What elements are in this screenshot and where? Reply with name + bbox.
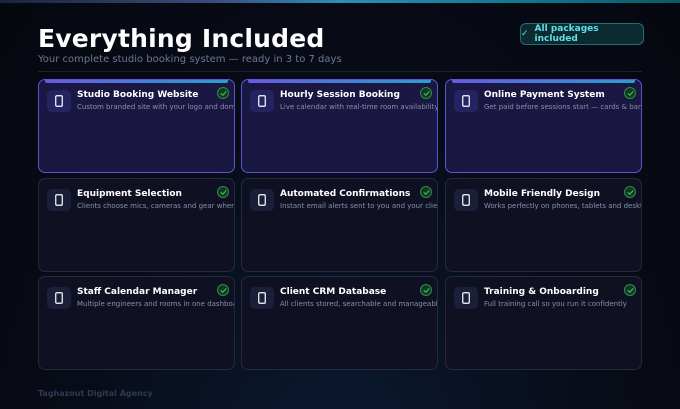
feature-card: Staff Calendar Manager Multiple engineers… [38,276,235,370]
phone-icon [258,289,266,308]
feature-icon-box [47,189,71,211]
feature-name: Staff Calendar Manager [77,287,198,297]
check-circle-icon [217,87,229,99]
check-circle-icon [624,186,636,198]
feature-card: Training & Onboarding Full training call … [445,276,642,370]
feature-icon-box [47,90,71,112]
feature-description: Multiple engineers and rooms in one dash… [77,300,235,308]
page-header: Everything Included Your complete studio… [38,24,342,65]
check-circle-icon [420,284,432,296]
phone-icon [55,289,63,308]
feature-name: Studio Booking Website [77,90,199,100]
feature-description: Instant email alerts sent to you and you… [280,202,438,210]
footer-brand: Taghazout Digital Agency [38,389,153,398]
card-accent-bar [248,80,431,83]
feature-description: All clients stored, searchable and manag… [280,300,438,308]
feature-name: Client CRM Database [280,287,387,297]
phone-icon [258,191,266,210]
feature-card: Online Payment System Get paid before ses… [445,79,642,173]
feature-description: Clients choose mics, cameras and gear wh… [77,202,235,210]
top-gradient-bar [0,0,680,3]
feature-description: Works perfectly on phones, tablets and d… [484,202,642,210]
phone-icon [462,289,470,308]
feature-icon-box [250,189,274,211]
check-circle-icon [624,87,636,99]
feature-name: Equipment Selection [77,189,182,199]
feature-card: Equipment Selection Clients choose mics, … [38,178,235,272]
feature-card: Mobile Friendly Design Works perfectly on… [445,178,642,272]
all-packages-badge: ✓ All packages included [520,23,644,45]
phone-icon [55,92,63,111]
feature-name: Automated Confirmations [280,189,411,199]
page-title: Everything Included [38,24,325,53]
check-circle-icon [217,284,229,296]
page-subtitle: Your complete studio booking system — re… [38,54,342,65]
feature-description: Live calendar with real-time room availa… [280,103,438,111]
card-accent-bar [452,80,635,83]
feature-description: Full training call so you run it confide… [484,300,627,308]
feature-name: Online Payment System [484,90,605,100]
feature-icon-box [250,90,274,112]
badge-check-icon: ✓ [521,29,529,39]
feature-name: Training & Onboarding [484,287,599,297]
badge-label: All packages included [534,24,599,44]
feature-card: Studio Booking Website Custom branded sit… [38,79,235,173]
feature-card: Automated Confirmations Instant email ale… [241,178,438,272]
feature-card: Client CRM Database All clients stored, s… [241,276,438,370]
phone-icon [55,191,63,210]
phone-icon [258,92,266,111]
feature-card: Hourly Session Booking Live calendar with… [241,79,438,173]
feature-icon-box [250,287,274,309]
feature-description: Get paid before sessions start — cards &… [484,103,642,111]
check-circle-icon [217,186,229,198]
feature-description: Custom branded site with your logo and d… [77,103,235,111]
feature-name: Mobile Friendly Design [484,189,600,199]
card-accent-bar [45,80,228,83]
check-circle-icon [420,87,432,99]
check-circle-icon [624,284,636,296]
feature-name: Hourly Session Booking [280,90,400,100]
feature-icon-box [47,287,71,309]
check-circle-icon [420,186,432,198]
header-divider [38,71,642,72]
feature-icon-box [454,189,478,211]
feature-icon-box [454,90,478,112]
feature-icon-box [454,287,478,309]
phone-icon [462,92,470,111]
phone-icon [462,191,470,210]
